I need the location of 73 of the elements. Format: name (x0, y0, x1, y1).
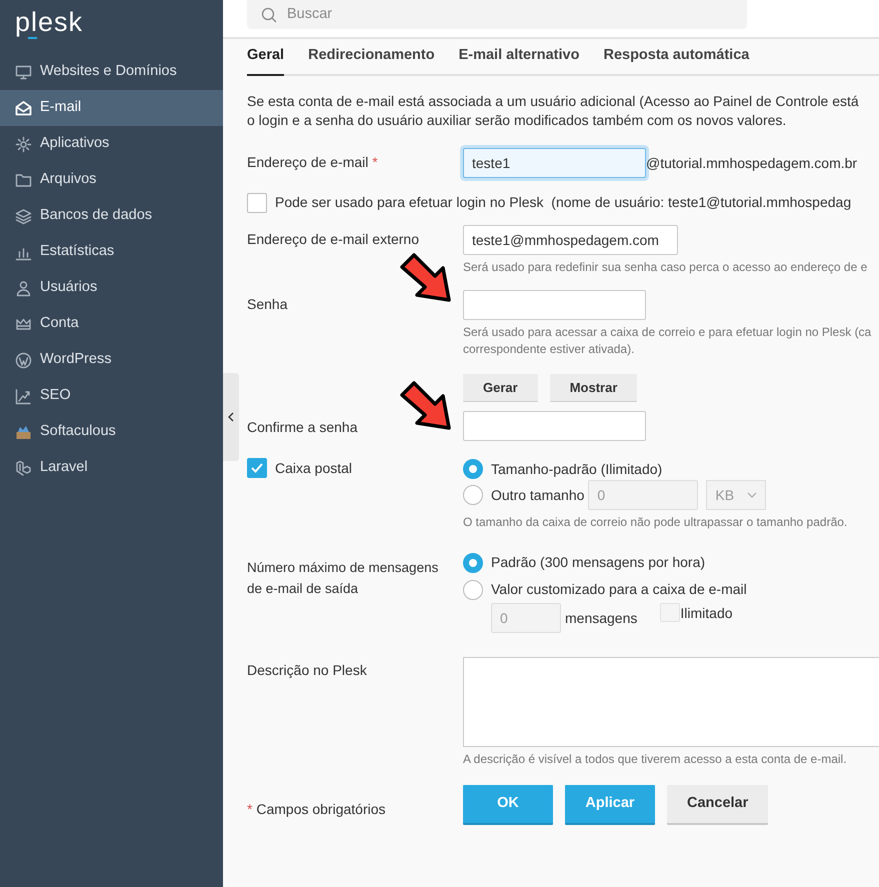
envelope-icon (15, 100, 32, 116)
confirm-password-field[interactable] (463, 411, 646, 441)
radio-label: Outro tamanho (491, 486, 584, 504)
hint-text: O tamanho da caixa de correio não pode ultrapassar o tamanho padrão. (463, 514, 848, 531)
caret-icon (747, 492, 758, 498)
domain-suffix: @tutorial.mmhospedagem.com.br (646, 154, 858, 173)
sidebar-item[interactable]: Arquivos (0, 162, 223, 198)
gear-icon (15, 136, 32, 152)
folder-icon (15, 172, 32, 188)
layers-icon (15, 208, 32, 224)
sidebar-item[interactable]: Usuários (0, 270, 223, 306)
checkbox-label: Pode ser usado para efetuar login no Plesk (nome de usuário: teste1@tutorial.mmhospedag (275, 193, 852, 212)
sidebar-item[interactable]: WordPress (0, 342, 223, 378)
sidebar-item[interactable]: Laravel (0, 450, 223, 486)
laravel-icon (15, 460, 32, 476)
tab[interactable]: Redirecionamento (308, 45, 435, 76)
box-icon (15, 424, 32, 440)
radio-button[interactable] (463, 580, 483, 600)
field-label: Senha (247, 295, 288, 314)
monitor-icon (15, 64, 32, 80)
user-icon (15, 280, 32, 296)
check-icon (250, 461, 264, 475)
sidebar-item[interactable]: SEO (0, 378, 223, 414)
sidebar-item[interactable]: Aplicativos (0, 126, 223, 162)
field-label: Endereço de e-mail externo (247, 230, 420, 249)
hint-text: Será usado para acessar a caixa de correio e para efetuar login no Plesk (ca (463, 324, 872, 341)
radio-label: Padrão (300 mensagens por hora) (491, 553, 706, 572)
radio-label: Valor customizado para a caixa de e-mail (491, 580, 747, 599)
sidebar-item[interactable]: Bancos de dados (0, 198, 223, 234)
radio-label: Tamanho-padrão (Ilimitado) (491, 460, 662, 479)
sidebar-item[interactable]: Websites e Domínios (0, 54, 223, 90)
wordpress-icon (15, 352, 32, 368)
radio-button[interactable] (463, 485, 483, 505)
field-label: Descrição no Plesk (247, 661, 368, 680)
logo-accent (28, 37, 37, 39)
hint-text: A descrição é visível a todos que tiverem acesso a esta conta de e-mail. (463, 751, 848, 768)
unit-label: mensagens (565, 608, 638, 628)
search-icon (261, 6, 277, 22)
email-field[interactable]: teste1 (463, 148, 646, 178)
logo-text: plesk (15, 7, 84, 37)
search-field[interactable]: Buscar (247, 0, 747, 29)
intro-text: Se esta conta de e-mail está associada a um usuário adicional (Acesso ao Painel de Controle está (247, 92, 860, 111)
trend-chart-icon (15, 388, 32, 404)
radio-button[interactable] (463, 552, 483, 572)
sidebar-toggle[interactable] (223, 373, 239, 461)
field-label: Confirme a senha (247, 418, 359, 437)
sidebar-item[interactable]: Conta (0, 306, 223, 342)
checkbox-label: Ilimitado (680, 604, 733, 623)
intro-text: o login e a senha do usuário auxiliar serão modificados também com os novos valores. (247, 111, 788, 130)
required-mark: * (247, 801, 252, 817)
sidebar-item[interactable]: E-mail (0, 90, 223, 126)
sidebar-item[interactable]: Estatísticas (0, 234, 223, 270)
field-label: Endereço de e-mail (247, 154, 368, 170)
checkbox[interactable] (247, 192, 267, 212)
button[interactable]: Mostrar (550, 374, 638, 402)
button[interactable]: Cancelar (667, 785, 768, 825)
sidebar-item[interactable]: Softaculous (0, 414, 223, 450)
checkbox-label: Caixa postal (275, 459, 352, 478)
hint-text: Será usado para redefinir sua senha caso perca o acesso ao endereço de e (463, 259, 868, 276)
field-label: Número máximo de mensagens de e-mail de saída (247, 559, 440, 598)
tab[interactable]: Geral (247, 45, 284, 76)
password-field[interactable] (463, 290, 646, 320)
tab[interactable]: E-mail alternativo (458, 45, 580, 76)
hint-text: correspondente estiver ativada). (463, 341, 636, 358)
required-mark: * (372, 154, 378, 170)
checkbox[interactable] (247, 458, 267, 478)
description-field[interactable] (463, 657, 879, 747)
external-email-field[interactable]: teste1@mmhospedagem.com (463, 225, 678, 255)
chevron-left-icon (228, 412, 234, 422)
required-note: Campos obrigatórios (256, 801, 386, 817)
button[interactable]: Gerar (463, 374, 538, 402)
radio-button[interactable] (463, 459, 483, 479)
tab[interactable]: Resposta automática (603, 45, 750, 76)
